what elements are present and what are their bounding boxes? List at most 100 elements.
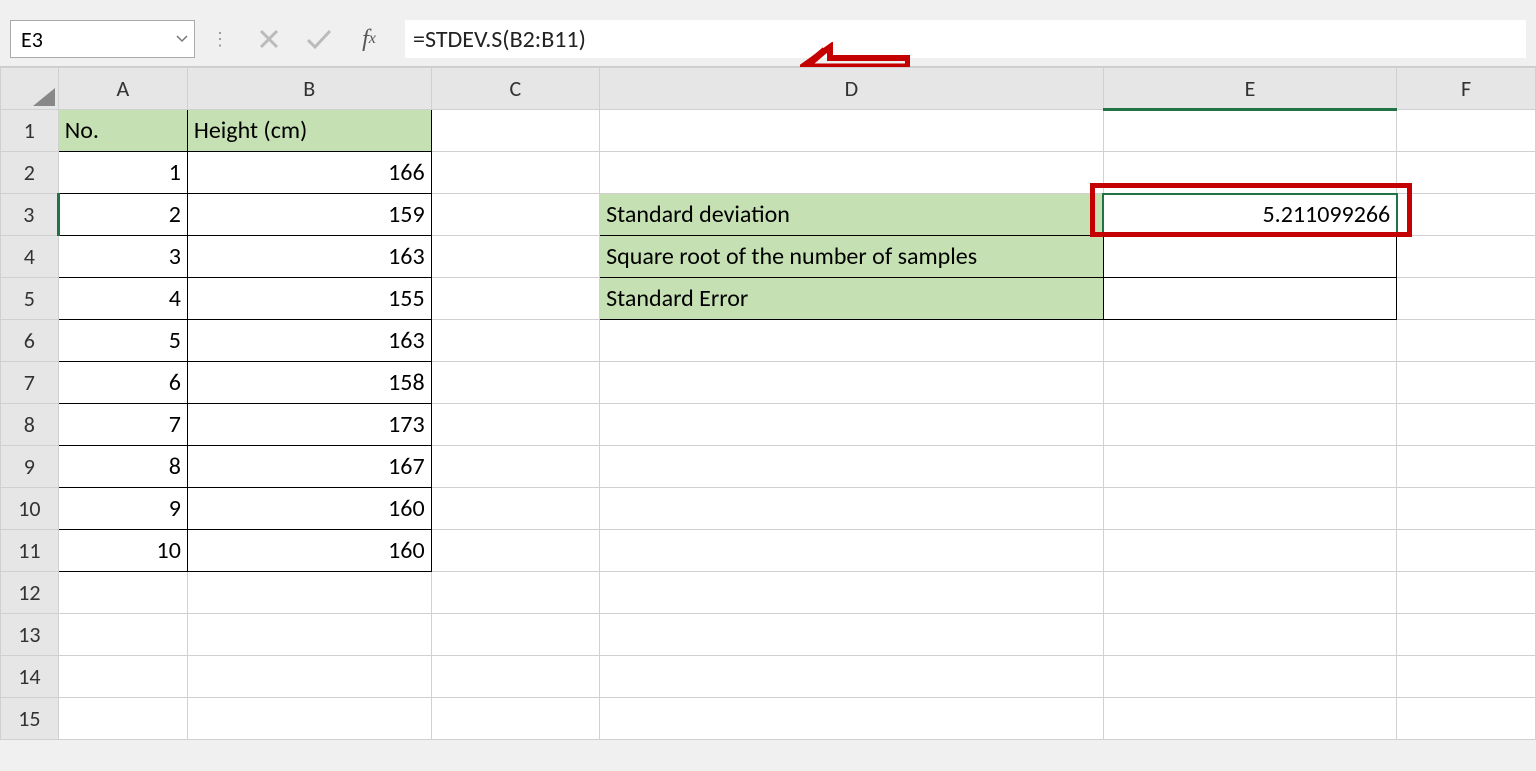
col-header-F[interactable]: F bbox=[1397, 68, 1536, 110]
cell-A7[interactable]: 6 bbox=[58, 362, 187, 404]
cell-E10[interactable] bbox=[1103, 488, 1396, 530]
cell-B5[interactable]: 155 bbox=[187, 278, 431, 320]
row-header-9[interactable]: 9 bbox=[1, 446, 59, 488]
row-header-7[interactable]: 7 bbox=[1, 362, 59, 404]
cell-F5[interactable] bbox=[1397, 278, 1536, 320]
cell-E3[interactable]: 5.211099266 bbox=[1103, 194, 1396, 236]
cell-E13[interactable] bbox=[1103, 614, 1396, 656]
row-header-2[interactable]: 2 bbox=[1, 152, 59, 194]
cell-A12[interactable] bbox=[58, 572, 187, 614]
cell-B8[interactable]: 173 bbox=[187, 404, 431, 446]
cell-A14[interactable] bbox=[58, 656, 187, 698]
cell-E2[interactable] bbox=[1103, 152, 1396, 194]
name-box[interactable]: E3 bbox=[10, 20, 195, 58]
cell-D9[interactable] bbox=[600, 446, 1104, 488]
cell-E7[interactable] bbox=[1103, 362, 1396, 404]
cell-D5[interactable]: Standard Error bbox=[600, 278, 1104, 320]
cell-D10[interactable] bbox=[600, 488, 1104, 530]
cell-B3[interactable]: 159 bbox=[187, 194, 431, 236]
cell-C4[interactable] bbox=[431, 236, 599, 278]
cell-B14[interactable] bbox=[187, 656, 431, 698]
row-header-6[interactable]: 6 bbox=[1, 320, 59, 362]
select-all-corner[interactable] bbox=[1, 68, 59, 110]
cell-F7[interactable] bbox=[1397, 362, 1536, 404]
cell-B11[interactable]: 160 bbox=[187, 530, 431, 572]
cell-C8[interactable] bbox=[431, 404, 599, 446]
cell-A4[interactable]: 3 bbox=[58, 236, 187, 278]
cell-D6[interactable] bbox=[600, 320, 1104, 362]
cell-B7[interactable]: 158 bbox=[187, 362, 431, 404]
cell-B13[interactable] bbox=[187, 614, 431, 656]
name-box-dropdown-icon[interactable] bbox=[174, 31, 190, 47]
cell-E8[interactable] bbox=[1103, 404, 1396, 446]
cell-C5[interactable] bbox=[431, 278, 599, 320]
cell-C11[interactable] bbox=[431, 530, 599, 572]
cell-D4[interactable]: Square root of the number of samples bbox=[600, 236, 1104, 278]
cell-A6[interactable]: 5 bbox=[58, 320, 187, 362]
cell-B9[interactable]: 167 bbox=[187, 446, 431, 488]
col-header-C[interactable]: C bbox=[431, 68, 599, 110]
cell-A2[interactable]: 1 bbox=[58, 152, 187, 194]
cell-B12[interactable] bbox=[187, 572, 431, 614]
cell-D8[interactable] bbox=[600, 404, 1104, 446]
cell-C3[interactable] bbox=[431, 194, 599, 236]
cell-F12[interactable] bbox=[1397, 572, 1536, 614]
cell-D11[interactable] bbox=[600, 530, 1104, 572]
col-header-E[interactable]: E bbox=[1103, 68, 1396, 110]
cell-E9[interactable] bbox=[1103, 446, 1396, 488]
cell-C1[interactable] bbox=[431, 110, 599, 152]
cell-F14[interactable] bbox=[1397, 656, 1536, 698]
cell-C9[interactable] bbox=[431, 446, 599, 488]
cell-F15[interactable] bbox=[1397, 698, 1536, 740]
col-header-D[interactable]: D bbox=[600, 68, 1104, 110]
cell-F4[interactable] bbox=[1397, 236, 1536, 278]
cell-A15[interactable] bbox=[58, 698, 187, 740]
cell-C7[interactable] bbox=[431, 362, 599, 404]
cell-C6[interactable] bbox=[431, 320, 599, 362]
spreadsheet-grid[interactable]: A B C D E F 1 No. Height (cm) 2 1 166 3 bbox=[0, 67, 1536, 740]
cell-A9[interactable]: 8 bbox=[58, 446, 187, 488]
cell-E11[interactable] bbox=[1103, 530, 1396, 572]
cell-A5[interactable]: 4 bbox=[58, 278, 187, 320]
enter-icon[interactable] bbox=[303, 23, 335, 55]
cell-C12[interactable] bbox=[431, 572, 599, 614]
cell-D14[interactable] bbox=[600, 656, 1104, 698]
cell-F11[interactable] bbox=[1397, 530, 1536, 572]
row-header-14[interactable]: 14 bbox=[1, 656, 59, 698]
cell-F10[interactable] bbox=[1397, 488, 1536, 530]
row-header-13[interactable]: 13 bbox=[1, 614, 59, 656]
cancel-icon[interactable] bbox=[253, 23, 285, 55]
row-header-5[interactable]: 5 bbox=[1, 278, 59, 320]
cell-A1[interactable]: No. bbox=[58, 110, 187, 152]
cell-D12[interactable] bbox=[600, 572, 1104, 614]
cell-F9[interactable] bbox=[1397, 446, 1536, 488]
cell-D1[interactable] bbox=[600, 110, 1104, 152]
row-header-8[interactable]: 8 bbox=[1, 404, 59, 446]
cell-C10[interactable] bbox=[431, 488, 599, 530]
cell-B10[interactable]: 160 bbox=[187, 488, 431, 530]
cell-B15[interactable] bbox=[187, 698, 431, 740]
cell-A11[interactable]: 10 bbox=[58, 530, 187, 572]
cell-A3[interactable]: 2 bbox=[58, 194, 187, 236]
cell-C13[interactable] bbox=[431, 614, 599, 656]
formula-input[interactable]: =STDEV.S(B2:B11) bbox=[405, 20, 1526, 58]
cell-B2[interactable]: 166 bbox=[187, 152, 431, 194]
cell-E5[interactable] bbox=[1103, 278, 1396, 320]
fx-icon[interactable]: fx bbox=[353, 23, 385, 55]
row-header-1[interactable]: 1 bbox=[1, 110, 59, 152]
row-header-15[interactable]: 15 bbox=[1, 698, 59, 740]
cell-D2[interactable] bbox=[600, 152, 1104, 194]
cell-E14[interactable] bbox=[1103, 656, 1396, 698]
cell-D7[interactable] bbox=[600, 362, 1104, 404]
cell-B6[interactable]: 163 bbox=[187, 320, 431, 362]
cell-C15[interactable] bbox=[431, 698, 599, 740]
row-header-11[interactable]: 11 bbox=[1, 530, 59, 572]
cell-D15[interactable] bbox=[600, 698, 1104, 740]
cell-B1[interactable]: Height (cm) bbox=[187, 110, 431, 152]
cell-E1[interactable] bbox=[1103, 110, 1396, 152]
row-header-10[interactable]: 10 bbox=[1, 488, 59, 530]
cell-C2[interactable] bbox=[431, 152, 599, 194]
row-header-4[interactable]: 4 bbox=[1, 236, 59, 278]
cell-F8[interactable] bbox=[1397, 404, 1536, 446]
row-header-3[interactable]: 3 bbox=[1, 194, 59, 236]
